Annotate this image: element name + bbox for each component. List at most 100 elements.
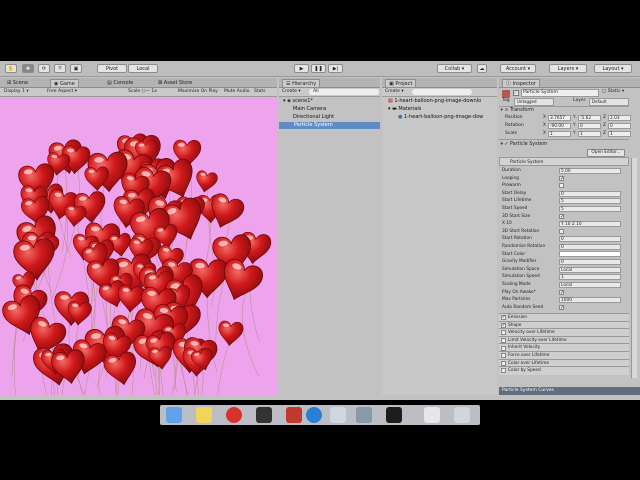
app-icon[interactable] bbox=[286, 407, 302, 423]
scene-root-item[interactable]: ▾ ◈ scene1* bbox=[283, 98, 313, 105]
scale-tool-button[interactable]: ⤧ bbox=[54, 64, 66, 73]
ps-module-checkbox[interactable] bbox=[501, 353, 506, 359]
ps-property-field[interactable]: 5.00 bbox=[559, 167, 621, 174]
layer-dropdown[interactable]: Default bbox=[589, 97, 629, 106]
ps-module-checkbox[interactable] bbox=[501, 360, 506, 366]
scl-z-field[interactable]: 1 bbox=[608, 130, 631, 137]
ps-property-field[interactable]: Local bbox=[559, 266, 621, 273]
ps-property-checkbox[interactable]: ✓ bbox=[559, 175, 564, 181]
rot-y-field[interactable]: 0 bbox=[578, 122, 601, 129]
tab-scene[interactable]: ⊞ Scene bbox=[4, 79, 31, 87]
photos-icon[interactable] bbox=[356, 407, 372, 423]
mute-audio-toggle[interactable]: Mute Audio bbox=[224, 88, 250, 96]
maximize-on-play-toggle[interactable]: Maximize On Play bbox=[178, 88, 218, 96]
stats-toggle[interactable]: Stats bbox=[254, 88, 266, 96]
hierarchy-create-button[interactable]: Create ▾ bbox=[282, 88, 301, 96]
ps-property-field[interactable]: 1000 bbox=[559, 296, 621, 303]
pos-y-field[interactable]: -5.62 bbox=[578, 114, 601, 121]
ps-property-checkbox[interactable]: ✓ bbox=[559, 305, 564, 311]
ps-module-checkbox[interactable] bbox=[501, 330, 506, 336]
account-dropdown[interactable]: Account ▾ bbox=[500, 64, 536, 73]
hierarchy-item-particle-system[interactable]: Particle System bbox=[279, 122, 380, 129]
pos-z-field[interactable]: 2.03 bbox=[608, 114, 631, 121]
particle-system-main-module[interactable]: Particle System bbox=[499, 157, 629, 166]
ps-property-field[interactable]: 0 bbox=[559, 236, 621, 243]
notes-icon[interactable] bbox=[196, 407, 212, 423]
project-create-button[interactable]: Create ▾ bbox=[385, 88, 404, 96]
ps-property-field[interactable]: 0 bbox=[559, 243, 621, 250]
terminal-icon[interactable] bbox=[386, 407, 402, 423]
ps-module-checkbox[interactable]: ✓ bbox=[501, 322, 506, 328]
unity-icon[interactable] bbox=[256, 407, 272, 423]
hand-tool-button[interactable]: ✋ bbox=[5, 64, 17, 73]
scale-slider[interactable]: Scale ○— 1x bbox=[128, 88, 157, 96]
ps-module-checkbox[interactable] bbox=[501, 368, 506, 374]
trash-icon[interactable] bbox=[454, 407, 470, 423]
collab-dropdown[interactable]: Collab ▾ bbox=[437, 64, 472, 73]
rect-tool-button[interactable]: ▣ bbox=[70, 64, 82, 73]
scl-x-field[interactable]: 1 bbox=[548, 130, 571, 137]
project-folder-materials[interactable]: ▾ ▬ Materials bbox=[388, 106, 421, 113]
ps-property-field[interactable]: 5 bbox=[559, 198, 621, 205]
finder-icon[interactable] bbox=[166, 407, 182, 423]
display-dropdown[interactable]: Display 1 ▾ bbox=[4, 88, 29, 96]
game-view[interactable] bbox=[0, 97, 277, 395]
project-search-input[interactable] bbox=[412, 89, 472, 95]
step-button[interactable]: ▶| bbox=[328, 64, 343, 73]
local-toggle[interactable]: Local bbox=[128, 64, 158, 73]
particle-system-curves-bar[interactable]: Particle System Curves bbox=[499, 387, 640, 395]
ps-property-field[interactable]: 1 bbox=[559, 274, 621, 281]
ps-property-checkbox[interactable] bbox=[559, 229, 564, 235]
tab-game[interactable]: ◉ Game bbox=[50, 79, 79, 87]
tag-dropdown[interactable]: Untagged bbox=[514, 97, 554, 106]
rotate-tool-button[interactable]: ⟳ bbox=[38, 64, 50, 73]
downloads-icon[interactable] bbox=[424, 407, 440, 423]
pivot-toggle[interactable]: Pivot bbox=[97, 64, 127, 73]
scl-y-field[interactable]: 1 bbox=[578, 130, 601, 137]
rot-x-field[interactable]: -90.00 bbox=[548, 122, 571, 129]
tab-project[interactable]: ▣ Project bbox=[385, 79, 417, 87]
ps-module-checkbox[interactable]: ✓ bbox=[501, 315, 506, 321]
rot-z-field[interactable]: 0 bbox=[608, 122, 631, 129]
move-tool-button[interactable]: ✥ bbox=[22, 64, 34, 73]
project-item-material[interactable]: ● 1-heart-balloon-png-image-dow bbox=[398, 114, 483, 121]
ps-property-checkbox[interactable]: ✓ bbox=[559, 289, 564, 295]
tab-inspector[interactable]: ⓘ Inspector bbox=[502, 79, 540, 87]
settings-icon[interactable] bbox=[330, 407, 346, 423]
ps-property-checkbox[interactable]: ✓ bbox=[559, 213, 564, 219]
ps-property-row: Duration 5.00 bbox=[499, 167, 629, 175]
layout-dropdown[interactable]: Layout ▾ bbox=[594, 64, 632, 73]
ps-property-field[interactable] bbox=[559, 251, 621, 258]
project-item-image[interactable]: ▧ 1-heart-balloon-png-image-downlo bbox=[388, 98, 481, 105]
hierarchy-item-directional-light[interactable]: Directional Light bbox=[293, 114, 334, 121]
tab-asset-store[interactable]: ⊠ Asset Store bbox=[155, 79, 195, 87]
ps-property-field[interactable]: 5 bbox=[559, 205, 621, 212]
ps-module-checkbox[interactable] bbox=[501, 345, 506, 351]
tab-hierarchy[interactable]: ☰ Hierarchy bbox=[282, 79, 321, 87]
pause-button[interactable]: ❚❚ bbox=[311, 64, 326, 73]
object-name-field[interactable]: Particle System bbox=[521, 89, 599, 97]
cloud-icon[interactable]: ☁ bbox=[477, 64, 487, 73]
open-editor-button[interactable]: Open Editor... bbox=[587, 149, 625, 157]
ps-property-field[interactable]: 0 bbox=[559, 258, 621, 265]
chrome-icon[interactable] bbox=[226, 407, 242, 423]
tab-console[interactable]: ▤ Console bbox=[104, 79, 136, 87]
ps-property-field[interactable]: Local bbox=[559, 281, 621, 288]
project-panel: ▧ 1-heart-balloon-png-image-downlo ▾ ▬ M… bbox=[382, 97, 497, 395]
ps-module-row[interactable]: Color by Speed bbox=[499, 366, 629, 375]
hierarchy-item-main-camera[interactable]: Main Camera bbox=[293, 106, 326, 113]
static-toggle[interactable]: ▢ Static ▾ bbox=[602, 89, 624, 95]
active-checkbox[interactable]: ✓ bbox=[513, 90, 519, 96]
aspect-dropdown[interactable]: Free Aspect ▾ bbox=[47, 88, 77, 96]
hierarchy-search-input[interactable]: All bbox=[309, 89, 379, 95]
browser-icon[interactable] bbox=[306, 407, 322, 423]
ps-property-checkbox[interactable] bbox=[559, 183, 564, 189]
ps-module-checkbox[interactable] bbox=[501, 338, 506, 344]
pos-x-field[interactable]: 3.7657 bbox=[548, 114, 571, 121]
ps-property-field[interactable]: 0 bbox=[559, 190, 621, 197]
ps-property-field[interactable]: Y 10 Z 10 bbox=[559, 220, 621, 227]
particle-system-component-header[interactable]: ▾ ✓ Particle System bbox=[499, 139, 629, 149]
inspector-scrollbar[interactable] bbox=[631, 158, 637, 378]
play-button[interactable]: ▶ bbox=[294, 64, 309, 73]
layers-dropdown[interactable]: Layers ▾ bbox=[549, 64, 587, 73]
